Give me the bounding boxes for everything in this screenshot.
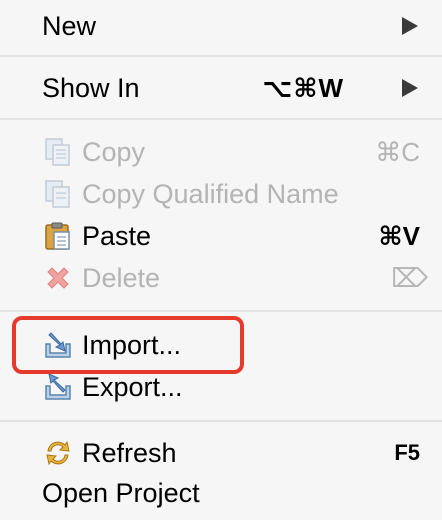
shortcut-label: ⌘C <box>375 136 420 167</box>
delete-icon <box>42 262 74 294</box>
menu-item-delete[interactable]: Delete ⌦ <box>0 256 442 300</box>
menu-item-show-in[interactable]: Show In ⌥⌘W <box>0 66 442 110</box>
refresh-icon <box>42 437 74 469</box>
menu-item-copy-qualified-name[interactable]: Copy Qualified Name <box>0 172 442 216</box>
menu-item-label: Refresh <box>82 437 177 468</box>
shortcut-label: ⌦ <box>391 262 428 293</box>
separator <box>0 118 442 120</box>
menu-item-label: Show In <box>42 72 140 103</box>
paste-icon <box>42 220 74 252</box>
menu-item-new[interactable]: New <box>0 4 442 48</box>
menu-item-copy[interactable]: Copy ⌘C <box>0 130 442 174</box>
import-highlight-box <box>12 316 244 374</box>
menu-item-open-project[interactable]: Open Project <box>0 471 442 515</box>
menu-item-label: Delete <box>82 262 161 293</box>
export-icon <box>42 371 74 403</box>
copy-qualified-name-icon <box>42 178 74 210</box>
menu-item-label: Export... <box>82 371 183 402</box>
submenu-arrow-icon <box>402 79 418 97</box>
shortcut-label: F5 <box>394 440 420 465</box>
separator <box>0 420 442 422</box>
menu-item-paste[interactable]: Paste ⌘V <box>0 214 442 258</box>
copy-icon <box>42 136 74 168</box>
separator <box>0 55 442 57</box>
menu-item-label: New <box>42 10 97 41</box>
menu-item-label: Open Project <box>42 477 200 508</box>
shortcut-label: ⌥⌘W <box>262 72 344 103</box>
context-menu: New Show In ⌥⌘W Copy ⌘C Copy Qualified N… <box>0 0 442 520</box>
separator <box>0 310 442 312</box>
menu-item-refresh[interactable]: Refresh F5 <box>0 431 442 475</box>
shortcut-label: ⌘V <box>378 220 420 251</box>
menu-item-label: Copy Qualified Name <box>82 178 339 209</box>
submenu-arrow-icon <box>402 17 418 35</box>
